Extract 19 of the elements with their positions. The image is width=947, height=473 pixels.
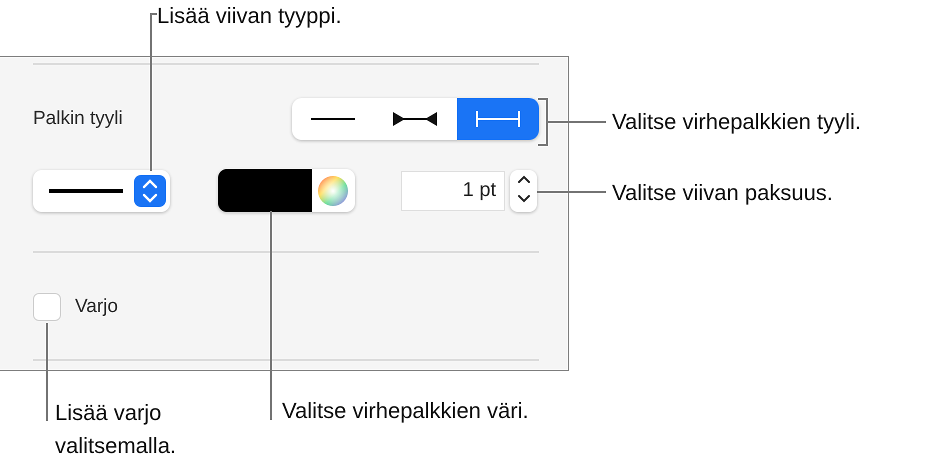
color-wheel-icon <box>318 176 348 206</box>
bar-style-label: Palkin tyyli <box>33 108 123 130</box>
line-type-popup[interactable] <box>33 170 170 212</box>
shadow-checkbox[interactable] <box>33 293 61 321</box>
callout-text: Valitse virhepalkkien tyyli. <box>612 108 862 136</box>
shadow-label: Varjo <box>75 296 118 318</box>
callout-text: Lisää viivan tyyppi. <box>157 2 342 30</box>
line-arrows-icon <box>393 112 438 126</box>
line-caps-icon <box>476 111 520 127</box>
stepper[interactable] <box>510 170 537 212</box>
leader-line <box>537 191 606 193</box>
callout-text: Valitse viivan paksuus. <box>612 179 833 207</box>
line-icon <box>311 117 356 121</box>
color-well[interactable] <box>218 169 355 212</box>
callout-text: Lisää varjo valitsemalla. <box>55 399 178 460</box>
leader-line <box>538 98 606 146</box>
callout-text: Valitse virhepalkkien väri. <box>282 397 529 425</box>
up-down-arrows-icon <box>134 174 166 206</box>
line-width-field[interactable]: 1 pt <box>401 170 505 210</box>
